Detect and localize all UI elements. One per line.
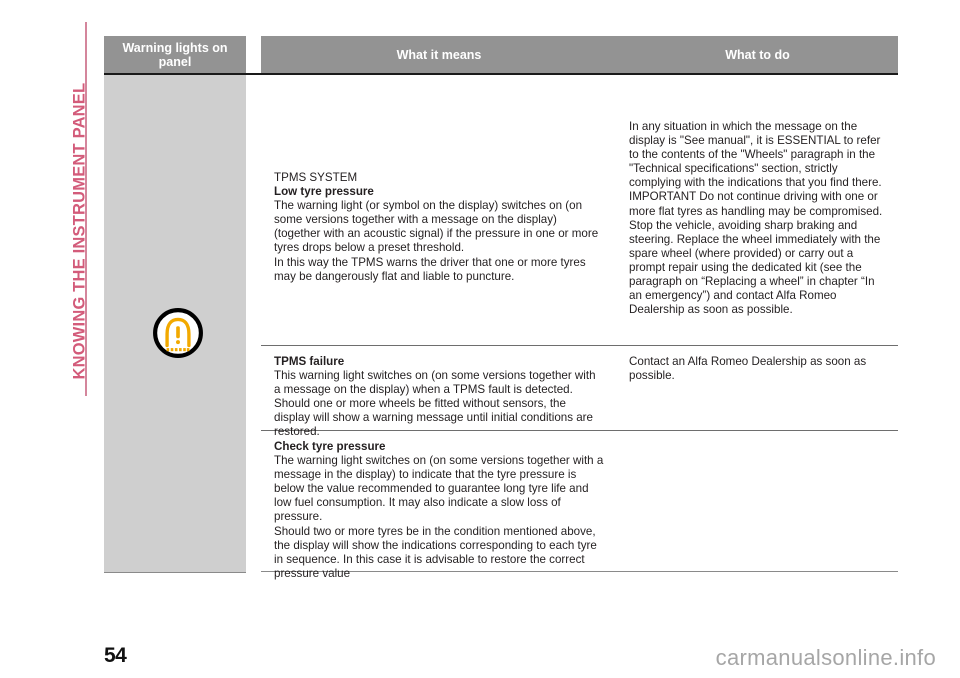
- warning-icon-column-inner: [104, 75, 246, 573]
- chapter-title: KNOWING THE INSTRUMENT PANEL: [70, 82, 89, 380]
- page-number: 54: [104, 644, 127, 667]
- table-header-spacer: [246, 36, 261, 73]
- table-body: TPMS SYSTEM Low tyre pressure The warnin…: [104, 75, 898, 580]
- low-tyre-pressure-title: Low tyre pressure: [274, 185, 374, 199]
- tpms-failure-title: TPMS failure: [274, 355, 345, 368]
- table-row: TPMS failure This warning light switches…: [261, 345, 617, 438]
- warning-icon-column: [104, 75, 246, 573]
- low-tyre-pressure-action: In any situation in which the message on…: [629, 120, 883, 317]
- table-column-spacer: [246, 75, 261, 573]
- table-row: Contact an Alfa Romeo Dealership as soon…: [617, 345, 898, 430]
- check-tyre-pressure-body: The warning light switches on (on some v…: [274, 454, 604, 580]
- table-row: TPMS SYSTEM Low tyre pressure The warnin…: [261, 75, 617, 345]
- table-header-row: Warning lights on panel What it means Wh…: [104, 36, 898, 75]
- table-header-warning-lights: Warning lights on panel: [104, 36, 246, 73]
- what-to-do-column: In any situation in which the message on…: [617, 75, 898, 573]
- tpms-system-title: TPMS SYSTEM: [274, 171, 358, 184]
- table-header-what-to-do: What to do: [617, 36, 898, 73]
- tpms-failure-body: This warning light switches on (on some …: [274, 369, 596, 439]
- low-tyre-pressure-body: The warning light (or symbol on the disp…: [274, 199, 599, 283]
- table-row: In any situation in which the message on…: [617, 75, 898, 345]
- chapter-tab: KNOWING THE INSTRUMENT PANEL: [0, 0, 96, 420]
- tpms-failure-action: Contact an Alfa Romeo Dealership as soon…: [629, 355, 867, 383]
- table-row: [617, 430, 898, 572]
- site-watermark: carmanualsonline.info: [715, 645, 936, 670]
- table-row: Check tyre pressure The warning light sw…: [261, 430, 617, 580]
- warning-lights-table: Warning lights on panel What it means Wh…: [104, 36, 898, 580]
- what-it-means-column: TPMS SYSTEM Low tyre pressure The warnin…: [261, 75, 617, 580]
- tpms-warning-icon: [153, 308, 203, 358]
- check-tyre-pressure-title: Check tyre pressure: [274, 440, 386, 453]
- table-header-what-it-means: What it means: [261, 36, 617, 73]
